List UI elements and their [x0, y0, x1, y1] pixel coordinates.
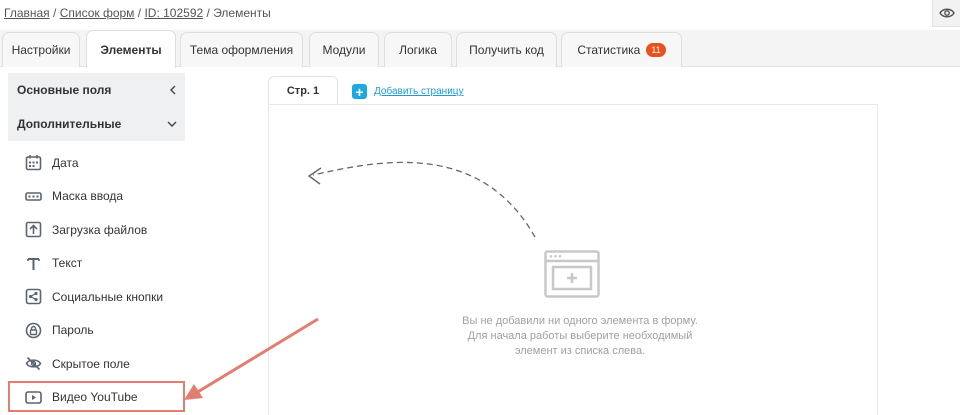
tab-label: Модули — [322, 43, 366, 57]
element-date[interactable]: Дата — [8, 146, 185, 180]
tab-label: Статистика — [577, 43, 641, 57]
element-input-mask[interactable]: Маска ввода — [8, 180, 185, 214]
empty-line: Вы не добавили ни одного элемента в форм… — [462, 315, 698, 327]
breadcrumb-home-link[interactable]: Главная — [4, 6, 50, 20]
element-label: Скрытое поле — [52, 356, 130, 371]
element-social-buttons[interactable]: Социальные кнопки — [8, 280, 185, 314]
tab-theme[interactable]: Тема оформления — [180, 32, 303, 67]
element-label: Загрузка файлов — [52, 222, 148, 237]
group-label: Основные поля — [17, 83, 112, 97]
main-tab-bar: Настройки Элементы Тема оформления Модул… — [0, 30, 960, 68]
element-file-upload[interactable]: Загрузка файлов — [8, 213, 185, 247]
breadcrumb-id-link[interactable]: ID: 102592 — [144, 6, 203, 20]
form-placeholder-icon — [544, 250, 600, 298]
empty-state-message: Вы не добавили ни одного элемента в форм… — [440, 314, 720, 359]
share-icon — [24, 288, 42, 306]
element-label: Маска ввода — [52, 189, 124, 204]
tab-get-code[interactable]: Получить код — [456, 32, 557, 67]
group-label: Дополнительные — [17, 117, 122, 131]
group-basic-fields[interactable]: Основные поля — [8, 73, 185, 107]
chevron-down-icon — [167, 121, 177, 127]
add-page-link[interactable]: + Добавить страницу — [352, 84, 464, 99]
element-label: Дата — [52, 155, 79, 170]
text-icon — [24, 254, 42, 272]
elements-sidebar: Основные поля Дополнительные Дата Маска … — [8, 73, 185, 414]
preview-button[interactable] — [932, 0, 960, 27]
breadcrumb: Главная / Список форм / ID: 102592 / Эле… — [4, 6, 271, 20]
tab-settings[interactable]: Настройки — [2, 32, 80, 67]
element-label: Пароль — [52, 323, 94, 338]
eye-icon — [938, 8, 955, 18]
tab-label: Элементы — [100, 42, 162, 57]
tab-statistics[interactable]: Статистика 11 — [561, 32, 682, 67]
eye-off-icon — [24, 355, 42, 373]
calendar-icon — [24, 154, 42, 172]
tab-label: Настройки — [11, 43, 71, 57]
breadcrumb-separator: / — [49, 6, 60, 20]
form-page-tabs: Стр. 1 + Добавить страницу — [268, 76, 878, 105]
notification-badge: 11 — [646, 43, 666, 57]
plus-icon: + — [352, 84, 367, 99]
breadcrumb-separator: / — [134, 6, 145, 20]
group-additional[interactable]: Дополнительные — [8, 107, 185, 141]
element-hidden-field[interactable]: Скрытое поле — [8, 347, 185, 381]
add-page-label: Добавить страницу — [374, 86, 464, 97]
tab-label: Тема оформления — [189, 43, 294, 57]
empty-line: Для начала работы выберите необходимый — [467, 330, 693, 342]
element-text[interactable]: Текст — [8, 247, 185, 281]
tab-elements[interactable]: Элементы — [86, 30, 176, 68]
element-label: Текст — [52, 256, 83, 271]
red-arrow-head — [184, 384, 203, 400]
input-mask-icon — [24, 187, 42, 205]
breadcrumb-current: Элементы — [213, 6, 271, 20]
tab-logic[interactable]: Логика — [384, 32, 452, 67]
youtube-highlight-box — [8, 381, 185, 412]
element-label: Социальные кнопки — [52, 289, 164, 304]
breadcrumb-separator: / — [203, 6, 214, 20]
tab-label: Логика — [399, 43, 437, 57]
element-password[interactable]: Пароль — [8, 314, 185, 348]
page-tab-1[interactable]: Стр. 1 — [268, 76, 338, 105]
page-tab-label: Стр. 1 — [286, 85, 320, 97]
tab-label: Получить код — [469, 43, 544, 57]
file-upload-icon — [24, 221, 42, 239]
tab-modules[interactable]: Модули — [309, 32, 379, 67]
breadcrumb-forms-link[interactable]: Список форм — [60, 6, 135, 20]
empty-line: элемент из списка слева. — [514, 345, 646, 357]
lock-icon — [24, 321, 42, 339]
chevron-left-icon — [170, 85, 176, 95]
